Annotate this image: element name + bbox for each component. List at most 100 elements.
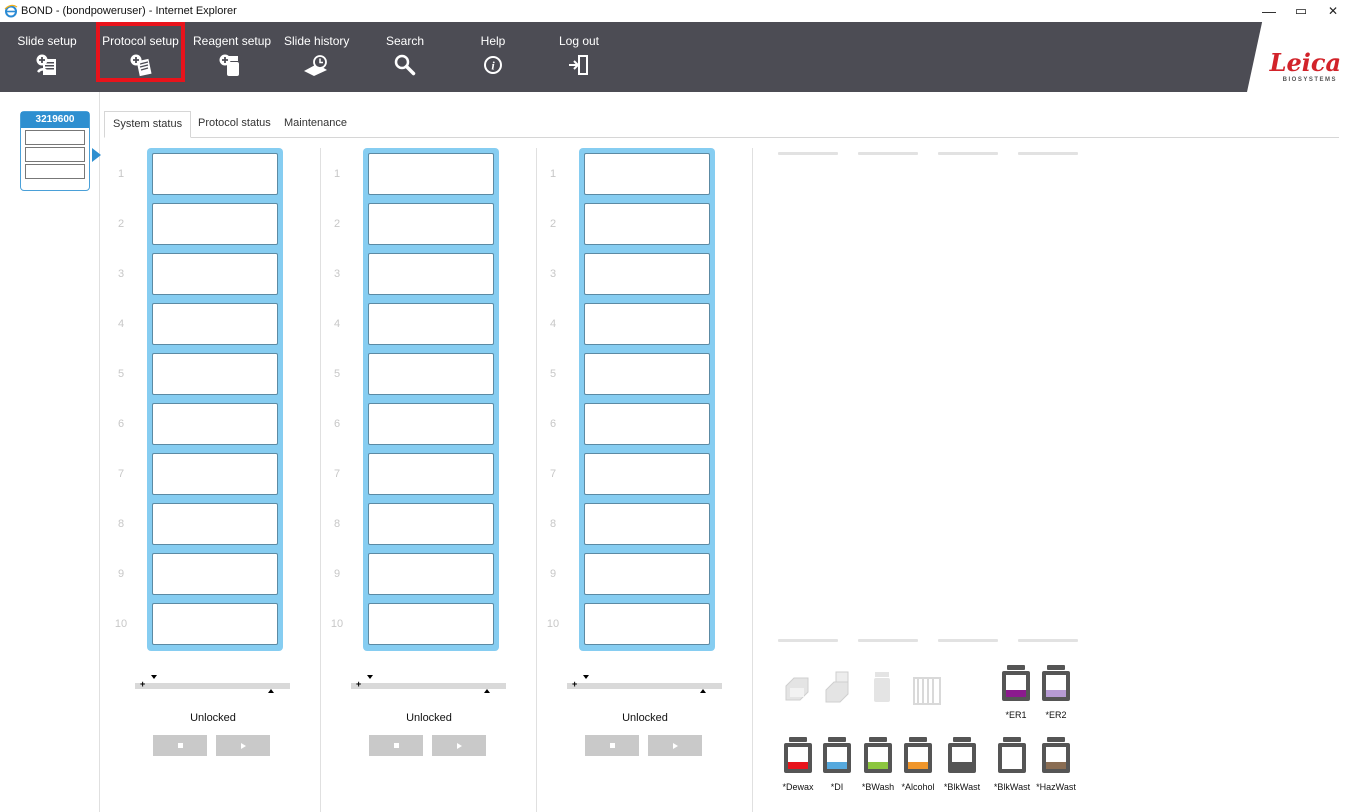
slide-slot[interactable] bbox=[368, 403, 494, 445]
placeholder-bar bbox=[938, 152, 998, 155]
slot-number: 7 bbox=[117, 468, 125, 480]
slide-slot[interactable] bbox=[152, 503, 278, 545]
slot-number: 6 bbox=[549, 418, 557, 430]
slide-slot[interactable] bbox=[152, 553, 278, 595]
stop-button[interactable] bbox=[153, 735, 207, 756]
slide-slot[interactable] bbox=[152, 153, 278, 195]
nav-search[interactable]: Search bbox=[383, 22, 427, 82]
slide-slot[interactable] bbox=[584, 353, 710, 395]
slide-tray-a: 1 2 3 4 5 6 7 8 9 10 + Unlocked bbox=[105, 148, 321, 812]
stop-button[interactable] bbox=[369, 735, 423, 756]
slot-number: 2 bbox=[117, 218, 125, 230]
tray-marker-top bbox=[367, 675, 373, 679]
slot-number: 10 bbox=[114, 618, 128, 630]
tray-lock-status: Unlocked bbox=[406, 712, 452, 724]
bulk-container-icon[interactable] bbox=[821, 736, 853, 779]
restore-button[interactable]: ▭ bbox=[1283, 0, 1319, 22]
slide-slot[interactable] bbox=[152, 453, 278, 495]
slide-slot[interactable] bbox=[152, 403, 278, 445]
window-title: BOND - (bondpoweruser) - Internet Explor… bbox=[21, 5, 237, 17]
slide-rack bbox=[363, 148, 499, 651]
nav-slide-history[interactable]: Slide history bbox=[284, 22, 349, 82]
stop-button[interactable] bbox=[585, 735, 639, 756]
slide-slot[interactable] bbox=[584, 203, 710, 245]
slide-slot[interactable] bbox=[368, 303, 494, 345]
slide-setup-icon bbox=[36, 54, 56, 75]
nav-slide-setup[interactable]: Slide setup bbox=[16, 22, 78, 82]
slot-number: 9 bbox=[549, 568, 557, 580]
tab-system-status[interactable]: System status bbox=[104, 111, 192, 138]
placeholder-bar bbox=[858, 152, 918, 155]
nav-reagent-setup[interactable]: Reagent setup bbox=[193, 22, 271, 82]
start-button[interactable] bbox=[648, 735, 702, 756]
slide-slot[interactable] bbox=[368, 153, 494, 195]
instrument-tray-slot bbox=[25, 164, 85, 179]
bulk-container-icon[interactable] bbox=[782, 736, 814, 779]
bulk-container-icon[interactable] bbox=[946, 736, 978, 779]
slide-slot[interactable] bbox=[152, 253, 278, 295]
slide-slot[interactable] bbox=[584, 453, 710, 495]
bulk-container-icon[interactable] bbox=[1040, 736, 1072, 779]
help-icon: i bbox=[484, 56, 502, 74]
slide-rack bbox=[579, 148, 715, 651]
slot-number: 10 bbox=[330, 618, 344, 630]
slot-number: 3 bbox=[333, 268, 341, 280]
nav-protocol-setup[interactable]: Protocol setup bbox=[96, 22, 185, 82]
play-icon bbox=[672, 742, 678, 749]
slot-number: 2 bbox=[333, 218, 341, 230]
play-icon bbox=[456, 742, 462, 749]
slide-history-icon bbox=[304, 55, 327, 76]
nav-log-out[interactable]: Log out bbox=[558, 22, 600, 82]
slide-slot[interactable] bbox=[152, 203, 278, 245]
bulk-container-icon[interactable] bbox=[902, 736, 934, 779]
bulk-container-icon[interactable] bbox=[1000, 664, 1032, 707]
slot-number: 9 bbox=[117, 568, 125, 580]
slide-slot[interactable] bbox=[152, 353, 278, 395]
start-button[interactable] bbox=[216, 735, 270, 756]
slide-slot[interactable] bbox=[368, 203, 494, 245]
slide-slot[interactable] bbox=[152, 303, 278, 345]
tray-lock-status: Unlocked bbox=[190, 712, 236, 724]
slide-slot[interactable] bbox=[368, 353, 494, 395]
bulk-container-icon[interactable] bbox=[1040, 664, 1072, 707]
slide-slot[interactable] bbox=[368, 503, 494, 545]
placeholder-bar bbox=[858, 639, 918, 642]
slot-number: 4 bbox=[333, 318, 341, 330]
bulk-container-icon[interactable] bbox=[996, 736, 1028, 779]
slide-slot[interactable] bbox=[368, 453, 494, 495]
play-icon bbox=[240, 742, 246, 749]
status-tabs: System status Protocol status Maintenanc… bbox=[104, 111, 1339, 138]
slide-slot[interactable] bbox=[584, 603, 710, 645]
search-icon bbox=[394, 54, 416, 76]
tray-position-track bbox=[351, 683, 506, 689]
slide-slot[interactable] bbox=[584, 553, 710, 595]
bulk-container-icon[interactable] bbox=[862, 736, 894, 779]
bulk-container-label: *HazWast bbox=[1036, 782, 1076, 792]
placeholder-bar bbox=[1018, 152, 1078, 155]
stop-icon bbox=[177, 743, 183, 748]
slide-slot[interactable] bbox=[152, 603, 278, 645]
slot-number: 5 bbox=[333, 368, 341, 380]
tray-marker-top bbox=[583, 675, 589, 679]
stop-icon bbox=[609, 743, 615, 748]
tab-maintenance[interactable]: Maintenance bbox=[276, 111, 355, 138]
close-button[interactable]: ✕ bbox=[1315, 0, 1351, 22]
slide-slot[interactable] bbox=[368, 253, 494, 295]
nav-help[interactable]: Help i bbox=[476, 22, 510, 82]
slot-number: 9 bbox=[333, 568, 341, 580]
reagent-tray-icon bbox=[820, 668, 856, 711]
slide-slot[interactable] bbox=[368, 553, 494, 595]
slide-slot[interactable] bbox=[584, 253, 710, 295]
instrument-card[interactable]: 3219600 bbox=[20, 111, 90, 191]
internet-explorer-icon bbox=[4, 4, 18, 18]
slide-slot[interactable] bbox=[584, 503, 710, 545]
start-button[interactable] bbox=[432, 735, 486, 756]
slide-slot[interactable] bbox=[584, 303, 710, 345]
slide-rack bbox=[147, 148, 283, 651]
instrument-selected-arrow bbox=[92, 148, 101, 162]
tab-protocol-status[interactable]: Protocol status bbox=[190, 111, 279, 138]
slide-slot[interactable] bbox=[584, 153, 710, 195]
minimize-button[interactable]: — bbox=[1251, 0, 1287, 22]
slide-slot[interactable] bbox=[368, 603, 494, 645]
slide-slot[interactable] bbox=[584, 403, 710, 445]
